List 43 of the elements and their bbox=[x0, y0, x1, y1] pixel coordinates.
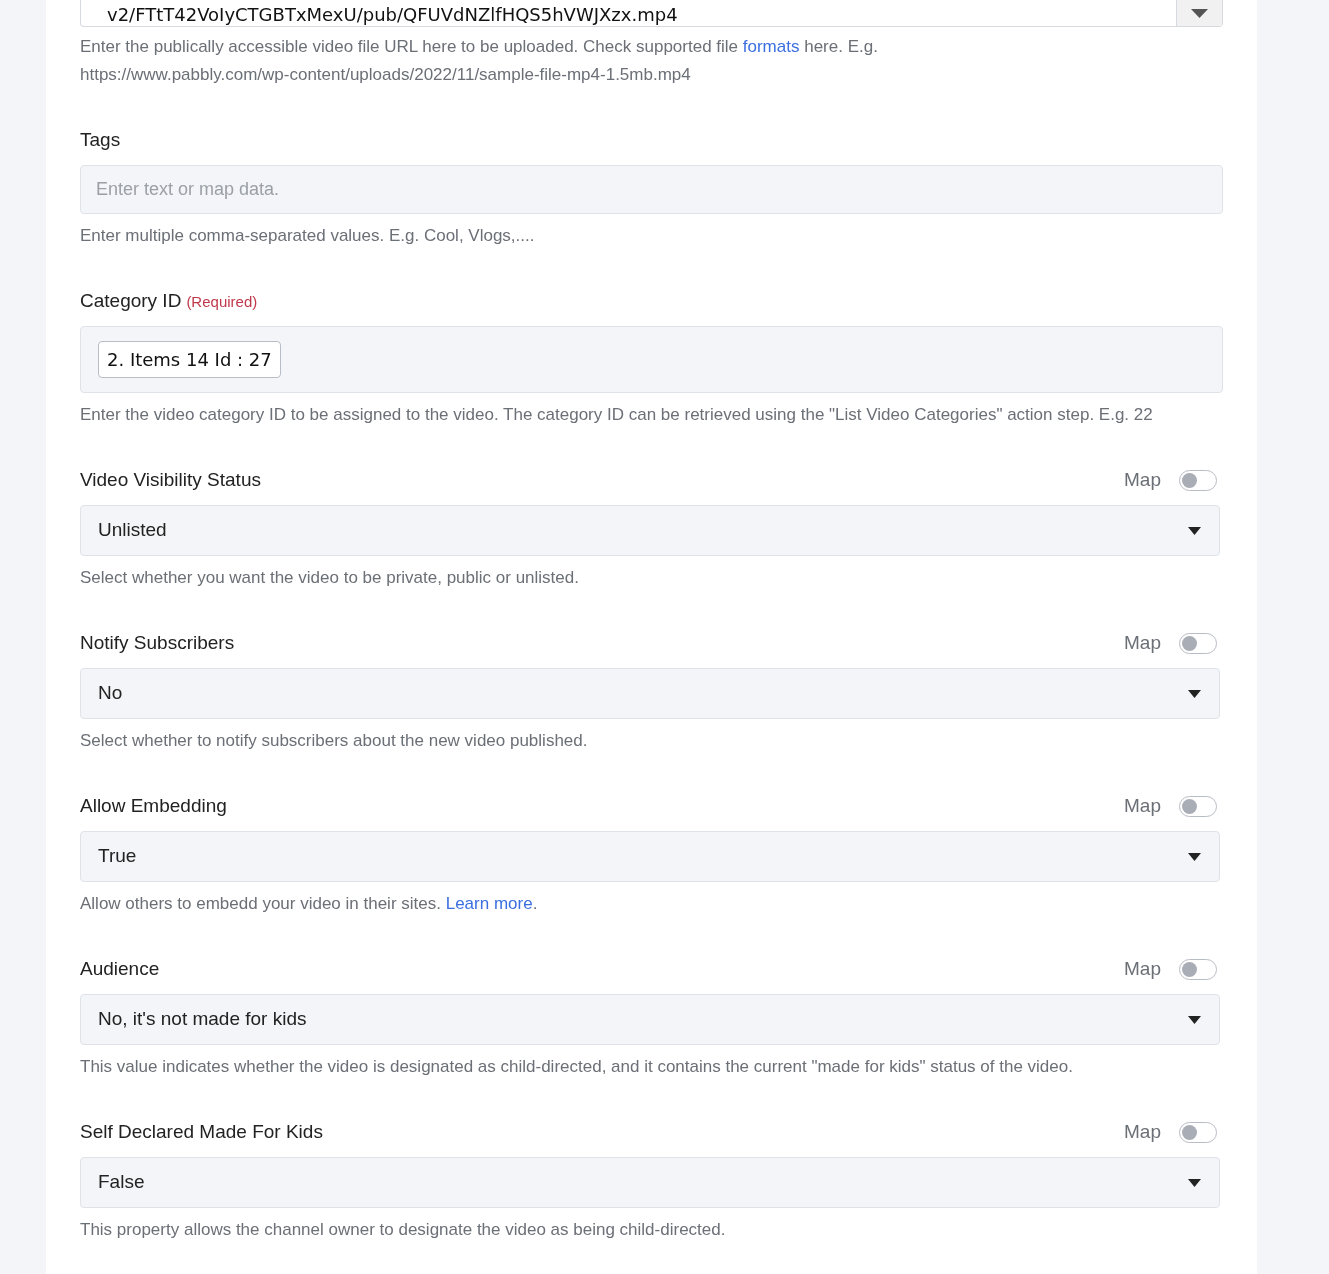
field-label: Self Declared Made For Kids bbox=[80, 1119, 323, 1144]
caret-icon bbox=[1188, 1178, 1201, 1187]
help-text: This value indicates whether the video is designated as child-directed, and it contains the current "made for kids" status of the video. bbox=[80, 1056, 1074, 1078]
help-text: Enter the publically accessible video file URL here to be uploaded. Check supported file formats here. E.g. https://www.pabbly.com/wp-content/uploads/2022/11/sample-file-mp4-1.5mb.mp4 bbox=[80, 36, 879, 86]
caret-icon bbox=[1188, 852, 1201, 861]
help-text: Enter the video category ID to be assigned to the video. The category ID can be retrieved using the "List Video Categories" action step. E.g. 22 bbox=[80, 404, 1154, 426]
help-text: Select whether you want the video to be private, public or unlisted. bbox=[80, 567, 580, 589]
learn-more-link[interactable]: Learn more bbox=[445, 894, 533, 913]
caret-icon bbox=[1188, 689, 1201, 698]
select-dropdown[interactable]: No, it's not made for kids bbox=[80, 994, 1220, 1045]
required-marker: (Required) bbox=[186, 291, 258, 312]
map-toggle[interactable] bbox=[1179, 795, 1217, 817]
help-text: This property allows the channel owner to designate the video as being child-directed. bbox=[80, 1219, 727, 1241]
url-field[interactable]: v2/FTtT42VoIyCTGBTxMexU/pub/QFUVdNZlfHQS5hVWJXzx.mp4 bbox=[80, 0, 1223, 27]
select-dropdown[interactable]: False bbox=[80, 1157, 1220, 1208]
field-label: Allow Embedding bbox=[80, 793, 227, 818]
chip-field[interactable]: 2. Items 14 Id : 27 bbox=[80, 326, 1223, 393]
select-dropdown[interactable]: No bbox=[80, 668, 1220, 719]
field-label: Audience bbox=[80, 956, 160, 981]
map-label: Map bbox=[1124, 956, 1161, 981]
map-toggle[interactable] bbox=[1179, 469, 1217, 491]
caret-icon bbox=[1188, 526, 1201, 535]
map-toggle[interactable] bbox=[1179, 1121, 1217, 1143]
text-field[interactable]: Enter text or map data. bbox=[80, 165, 1223, 214]
select-dropdown[interactable]: True bbox=[80, 831, 1220, 882]
caret-icon bbox=[1188, 1015, 1201, 1024]
map-label: Map bbox=[1124, 1119, 1161, 1144]
formats-link[interactable]: formats bbox=[742, 37, 800, 56]
caret-icon bbox=[1191, 8, 1208, 18]
field-label: Category ID bbox=[80, 288, 182, 313]
help-text: Select whether to notify subscribers about the new video published. bbox=[80, 730, 589, 752]
help-text: Enter multiple comma-separated values. E.g. Cool, Vlogs,.... bbox=[80, 225, 536, 247]
map-label: Map bbox=[1124, 630, 1161, 655]
select-dropdown[interactable]: Unlisted bbox=[80, 505, 1220, 556]
map-toggle[interactable] bbox=[1179, 632, 1217, 654]
field-label: Tags bbox=[80, 127, 121, 152]
mapped-data-chip[interactable]: 2. Items 14 Id : 27 bbox=[98, 341, 281, 378]
field-label: Notify Subscribers bbox=[80, 630, 235, 655]
field-label: Video Visibility Status bbox=[80, 467, 261, 492]
map-toggle[interactable] bbox=[1179, 958, 1217, 980]
map-label: Map bbox=[1124, 467, 1161, 492]
map-label: Map bbox=[1124, 793, 1161, 818]
help-text: Allow others to embedd your video in their sites. Learn more. bbox=[80, 893, 539, 915]
